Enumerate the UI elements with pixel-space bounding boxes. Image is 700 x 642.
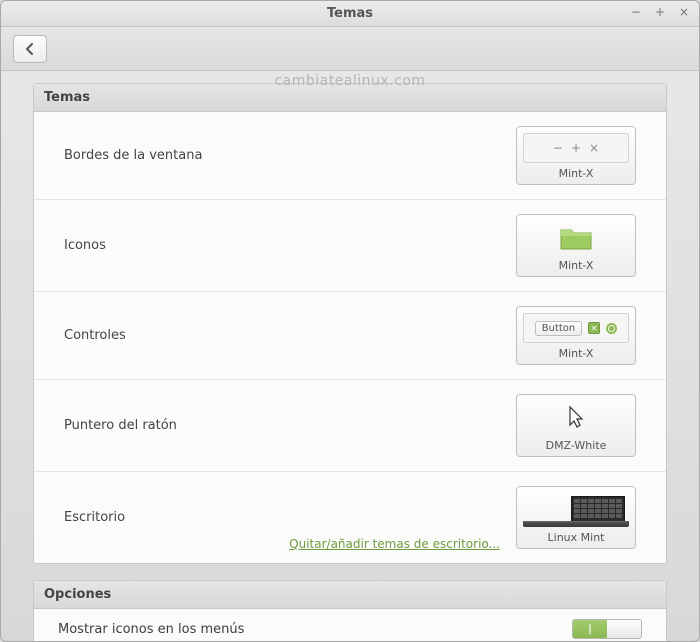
close-icon[interactable]: ×: [677, 5, 691, 19]
switch-menu-icons[interactable]: [572, 619, 642, 639]
add-remove-desktop-themes-link[interactable]: Quitar/añadir temas de escritorio...: [289, 537, 500, 551]
desktop-value: Linux Mint: [548, 531, 605, 544]
window: Temas − + × cambiatealinux.com Temas Bor…: [0, 0, 700, 642]
themes-section-header: Temas: [34, 84, 666, 112]
preview-radio-icon: [606, 323, 617, 334]
icons-selector[interactable]: Mint-X: [516, 214, 636, 277]
icons-preview: [523, 221, 629, 255]
toolbar: [1, 27, 699, 71]
label-desktop: Escritorio: [64, 510, 125, 525]
minimize-icon[interactable]: −: [629, 5, 643, 19]
window-borders-selector[interactable]: − + × Mint-X: [516, 126, 636, 185]
label-icons: Iconos: [64, 238, 106, 253]
back-button[interactable]: [13, 35, 47, 63]
window-title: Temas: [327, 6, 373, 21]
row-cursor: Puntero del ratón DMZ-White: [34, 380, 666, 472]
preview-button: Button: [535, 321, 583, 336]
label-controls: Controles: [64, 328, 126, 343]
folder-icon: [559, 224, 593, 252]
maximize-icon[interactable]: +: [653, 5, 667, 19]
desktop-selector[interactable]: Linux Mint: [516, 486, 636, 549]
preview-close-icon: ×: [589, 141, 599, 155]
row-controls: Controles Button ✕ Mint-X: [34, 292, 666, 380]
preview-maximize-icon: +: [571, 141, 581, 155]
controls-selector[interactable]: Button ✕ Mint-X: [516, 306, 636, 365]
preview-checkbox-icon: ✕: [588, 322, 600, 334]
controls-value: Mint-X: [559, 347, 594, 360]
label-cursor: Puntero del ratón: [64, 418, 177, 433]
label-window-borders: Bordes de la ventana: [64, 148, 202, 163]
titlebar: Temas − + ×: [1, 1, 699, 27]
cursor-preview: [523, 401, 629, 435]
preview-panel: [523, 521, 629, 527]
options-section-header: Opciones: [34, 581, 666, 609]
label-menu-icons: Mostrar iconos en los menús: [58, 622, 244, 637]
window-borders-preview: − + ×: [523, 133, 629, 163]
desktop-preview: [523, 493, 629, 527]
options-section: Opciones Mostrar iconos en los menús Mos…: [33, 580, 667, 641]
cursor-value: DMZ-White: [546, 439, 607, 452]
row-icons: Iconos Mint-X: [34, 200, 666, 292]
row-desktop: Escritorio Quitar/añadir temas de escrit…: [34, 472, 666, 563]
back-arrow-icon: [23, 42, 37, 56]
cursor-icon: [566, 405, 586, 431]
cursor-selector[interactable]: DMZ-White: [516, 394, 636, 457]
content-area: cambiatealinux.com Temas Bordes de la ve…: [1, 71, 699, 641]
controls-preview: Button ✕: [523, 313, 629, 343]
row-menu-icons: Mostrar iconos en los menús: [34, 609, 666, 641]
window-controls: − + ×: [629, 5, 691, 19]
row-window-borders: Bordes de la ventana − + × Mint-X: [34, 112, 666, 200]
themes-section: Temas Bordes de la ventana − + × Mint-X: [33, 83, 667, 564]
window-borders-value: Mint-X: [559, 167, 594, 180]
preview-minimize-icon: −: [553, 141, 563, 155]
icons-value: Mint-X: [559, 259, 594, 272]
